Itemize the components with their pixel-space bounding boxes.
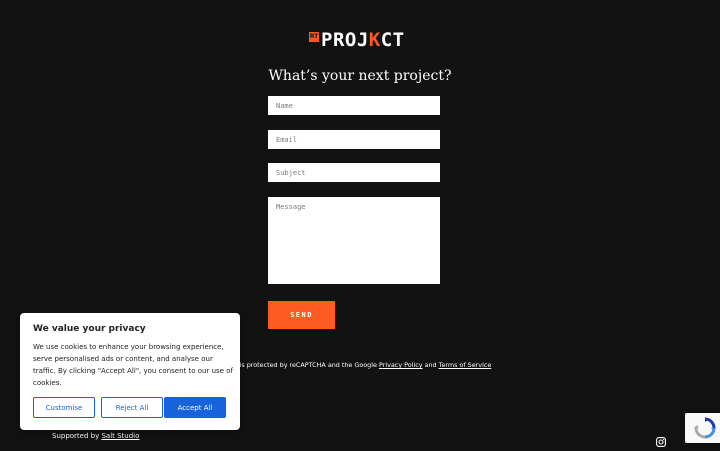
subject-field[interactable]: [268, 163, 440, 182]
send-button[interactable]: SEND: [268, 301, 335, 329]
cookie-banner-text: We use cookies to enhance your browsing …: [33, 343, 233, 387]
customise-button[interactable]: Customise: [33, 397, 95, 418]
privacy-policy-link[interactable]: Privacy Policy: [379, 361, 423, 369]
message-field[interactable]: [268, 197, 440, 284]
cookie-consent-banner: We value your privacy We use cookies to …: [20, 313, 240, 430]
recaptcha-badge[interactable]: [685, 413, 720, 443]
site-logo[interactable]: RT PROJKCT: [309, 29, 405, 51]
terms-of-service-link[interactable]: Terms of Service: [439, 361, 492, 369]
footer-credit: Supported by Salt Studio: [52, 432, 140, 440]
recaptcha-icon: [694, 417, 716, 439]
name-field[interactable]: [268, 96, 440, 115]
logo-wordmark: PROJKCT: [321, 29, 405, 51]
instagram-icon[interactable]: [656, 432, 666, 447]
accept-all-button[interactable]: Accept All: [164, 397, 226, 418]
reject-all-button[interactable]: Reject All: [101, 397, 163, 418]
form-heading: What’s your next project?: [268, 68, 452, 84]
salt-studio-link[interactable]: Salt Studio: [101, 432, 139, 440]
cookie-banner-title: We value your privacy: [33, 324, 146, 334]
email-field[interactable]: [268, 130, 440, 149]
logo-badge: RT: [309, 32, 319, 42]
recaptcha-notice: site is protected by reCAPTCHA and the G…: [226, 361, 492, 369]
